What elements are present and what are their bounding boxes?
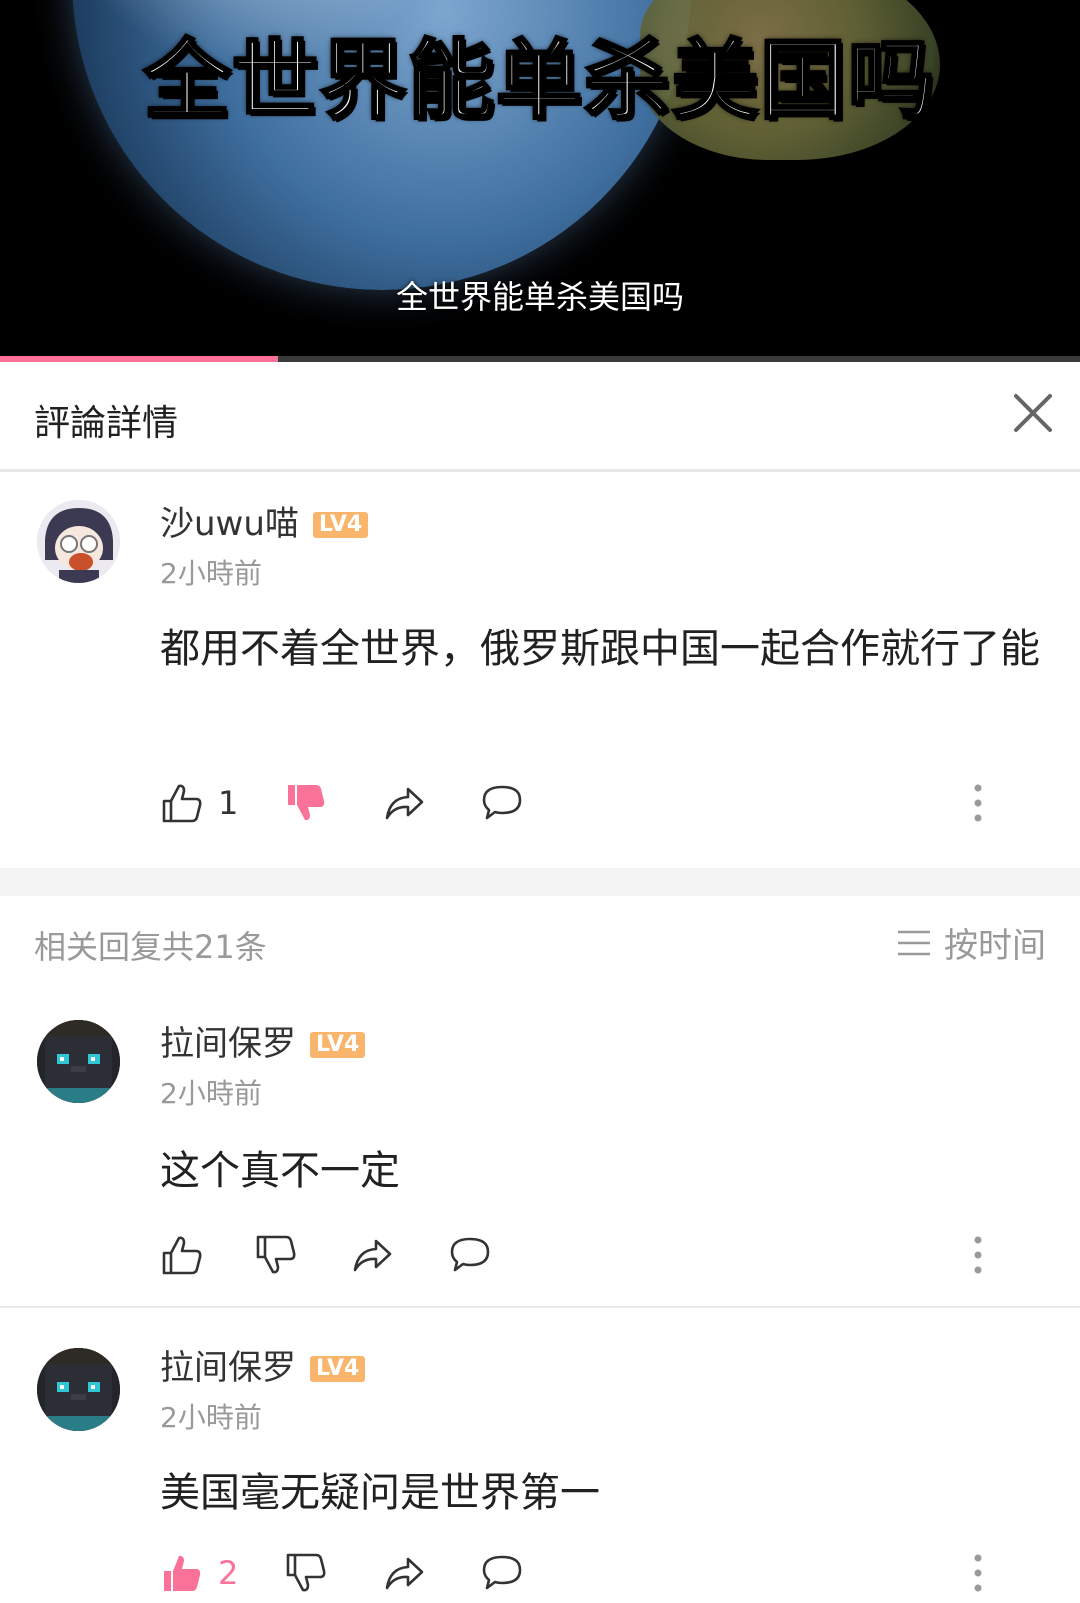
like-button[interactable]: 2 [160, 1548, 238, 1598]
share-icon [385, 1557, 424, 1590]
more-options-button[interactable] [956, 778, 1000, 828]
like-count: 1 [218, 784, 239, 822]
panel-title: 評論詳情 [34, 403, 179, 444]
share-button[interactable] [382, 778, 426, 828]
username-text: 拉间保罗 [160, 1348, 296, 1388]
section-divider [0, 868, 1080, 896]
more-options-button[interactable] [956, 1230, 1000, 1280]
comment-text: 都用不着全世界，俄罗斯跟中国一起合作就行了能 [160, 626, 1040, 672]
video-player[interactable]: 全世界能单杀美国吗 全世界能单杀美国吗 [0, 0, 1080, 362]
thumbs-up-filled-icon [164, 1555, 201, 1591]
level-badge: LV4 [310, 1032, 366, 1058]
replies-count: 相关回复共21条 [34, 928, 267, 966]
avatar[interactable] [37, 1348, 120, 1431]
share-button[interactable] [350, 1230, 394, 1280]
share-button[interactable] [382, 1548, 426, 1598]
chat-bubble-icon [482, 785, 522, 820]
close-icon [1014, 394, 1052, 432]
dislike-button[interactable] [284, 778, 328, 828]
more-vertical-icon [974, 1554, 982, 1592]
username[interactable]: 拉间保罗 LV4 [160, 1340, 366, 1389]
like-button[interactable]: 1 [160, 778, 238, 828]
reply-separator [0, 1306, 1080, 1308]
comment-text: 美国毫无疑问是世界第一 [160, 1470, 600, 1516]
comment-time: 2小時前 [160, 1077, 262, 1110]
level-badge: LV4 [310, 1356, 366, 1382]
comment-actions: 2 [160, 1548, 1040, 1598]
thumbs-up-icon [162, 784, 202, 823]
thumbs-up-icon [162, 1236, 202, 1275]
sort-lines-icon [898, 930, 930, 955]
video-title-overlay: 全世界能单杀美国吗 [143, 30, 936, 133]
comment-actions: 1 [160, 778, 1040, 828]
replies-header: 相关回复共21条 按时间 [0, 896, 1080, 992]
video-subtitle: 全世界能单杀美国吗 [395, 278, 684, 316]
comment-time: 2小時前 [160, 557, 262, 590]
dislike-button[interactable] [254, 1230, 298, 1280]
username-text: 拉间保罗 [160, 1024, 296, 1064]
dislike-button[interactable] [284, 1548, 328, 1598]
reply-item: 拉间保罗 LV4 2小時前 美国毫无疑问是世界第一 2 [0, 1310, 1080, 1603]
chat-bubble-icon [482, 1555, 522, 1590]
like-button[interactable] [160, 1230, 204, 1280]
reply-button[interactable] [448, 1230, 492, 1280]
comment-detail-header: 評論詳情 [0, 362, 1080, 472]
anime-avatar-image [37, 500, 120, 583]
thumbs-down-filled-icon [288, 785, 325, 821]
like-count: 2 [218, 1554, 239, 1592]
pixel-creature-avatar-image [37, 1020, 120, 1103]
pixel-creature-avatar-image [37, 1348, 120, 1431]
chat-bubble-icon [450, 1237, 490, 1272]
username[interactable]: 拉间保罗 LV4 [160, 1016, 366, 1065]
comment-actions [160, 1230, 1040, 1280]
more-vertical-icon [974, 784, 982, 822]
reply-item: 拉间保罗 LV4 2小時前 这个真不一定 [0, 992, 1080, 1302]
reply-button[interactable] [480, 1548, 524, 1598]
close-button[interactable] [1008, 388, 1058, 438]
share-icon [353, 1239, 392, 1272]
reply-button[interactable] [480, 778, 524, 828]
username[interactable]: 沙uwu喵 LV4 [160, 496, 369, 545]
username-text: 沙uwu喵 [160, 504, 299, 544]
share-icon [385, 787, 424, 820]
level-badge: LV4 [312, 512, 369, 538]
more-vertical-icon [974, 1236, 982, 1274]
comment-time: 2小時前 [160, 1401, 262, 1434]
comment-text: 这个真不一定 [160, 1148, 400, 1194]
thumbs-down-icon [286, 1553, 326, 1592]
thumbs-down-icon [256, 1235, 296, 1274]
sort-button[interactable]: 按时间 [896, 918, 1046, 967]
main-comment: 沙uwu喵 LV4 2小時前 都用不着全世界，俄罗斯跟中国一起合作就行了能 1 [0, 472, 1080, 868]
more-options-button[interactable] [956, 1548, 1000, 1598]
avatar[interactable] [37, 1020, 120, 1103]
avatar[interactable] [37, 500, 120, 583]
sort-label: 按时间 [944, 926, 1046, 966]
